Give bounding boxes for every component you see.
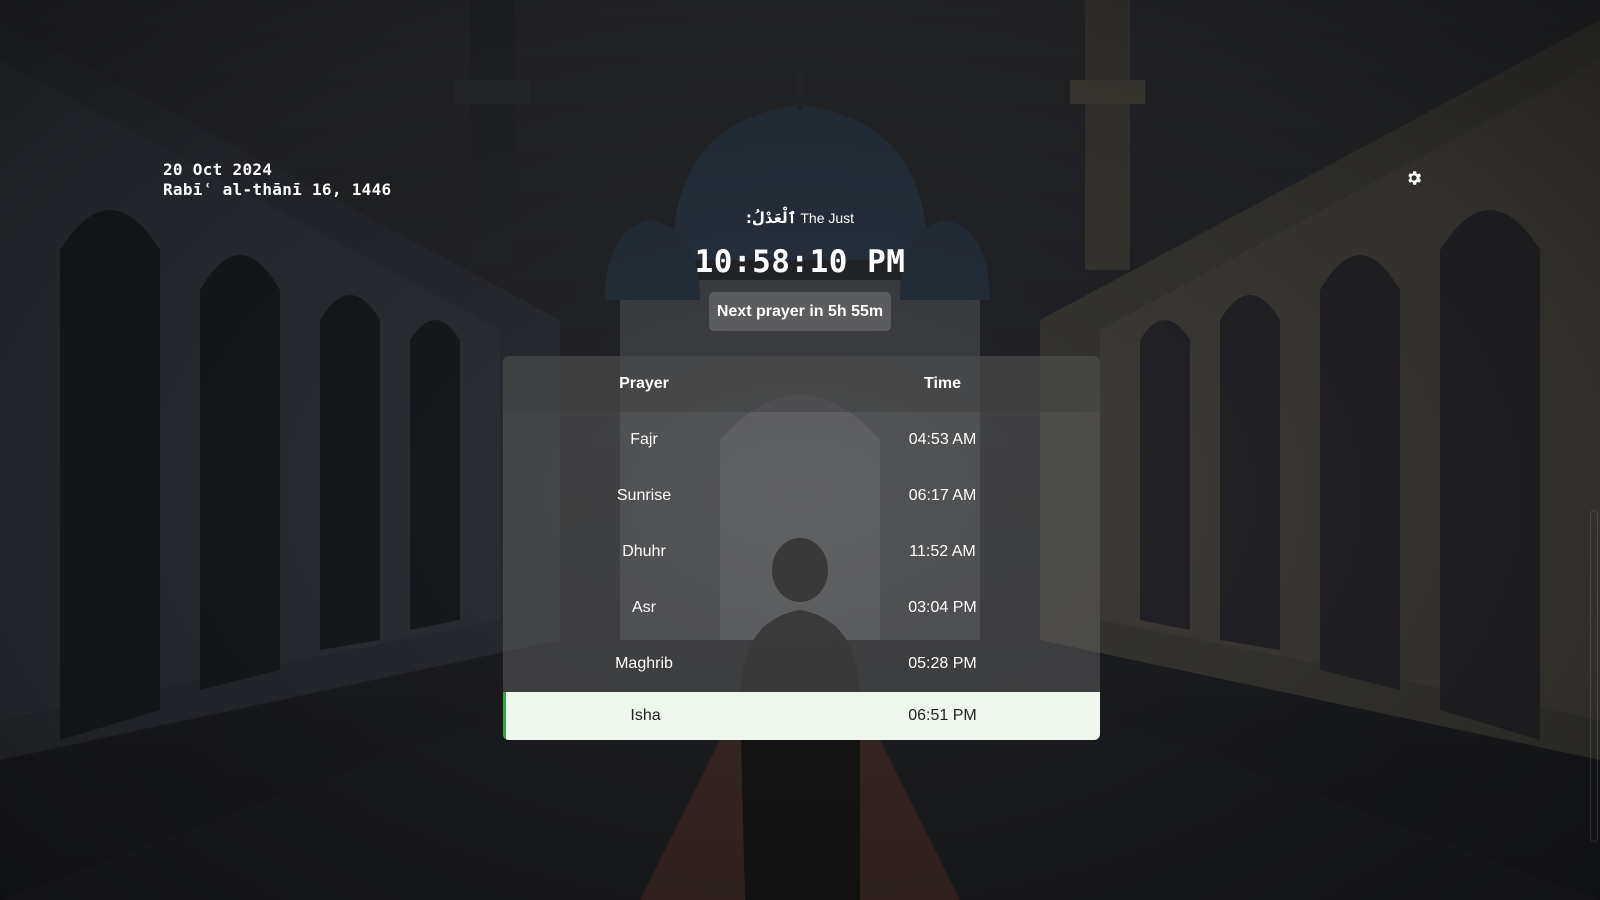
- prayer-time: 04:53 AM: [908, 431, 977, 448]
- prayer-name: Fajr: [630, 431, 658, 448]
- header-prayer: Prayer: [619, 375, 669, 392]
- prayer-name: Dhuhr: [622, 543, 666, 560]
- hijri-date: Rabīʿ al-thānī 16, 1446: [163, 180, 392, 199]
- table-row-current: Isha 06:51 PM: [503, 692, 1100, 740]
- gregorian-date: 20 Oct 2024: [163, 160, 273, 179]
- table-header: Prayer Time: [503, 356, 1100, 412]
- prayer-time: 11:52 AM: [909, 543, 976, 560]
- name-english: The Just: [800, 210, 855, 226]
- table-row: Sunrise 06:17 AM: [503, 468, 1100, 524]
- name-of-allah: ٱلْعَدْلُ: The Just: [0, 209, 1600, 227]
- table-row: Dhuhr 11:52 AM: [503, 524, 1100, 580]
- table-row: Fajr 04:53 AM: [503, 412, 1100, 468]
- current-time: 10:58:10 PM: [694, 244, 906, 280]
- header-time: Time: [923, 375, 962, 392]
- prayer-name: Isha: [630, 707, 661, 724]
- scrollbar-track[interactable]: [1590, 510, 1598, 842]
- prayer-time: 05:28 PM: [908, 655, 977, 672]
- settings-button[interactable]: [1403, 169, 1425, 191]
- next-prayer-label: Next prayer in 5h 55m: [716, 302, 884, 320]
- prayer-times-table: Prayer Time Fajr 04:53 AM Sunrise 06:17 …: [503, 356, 1100, 740]
- date-display: 20 Oct 2024 Rabīʿ al-thānī 16, 1446: [163, 160, 391, 200]
- gear-icon: [1405, 169, 1423, 192]
- prayer-name: Maghrib: [615, 655, 673, 672]
- prayer-time: 06:51 PM: [908, 707, 977, 724]
- name-arabic: ٱلْعَدْلُ:: [745, 209, 797, 227]
- table-row: Maghrib 05:28 PM: [503, 636, 1100, 692]
- prayer-time: 03:04 PM: [908, 599, 977, 616]
- prayer-name: Sunrise: [616, 487, 672, 504]
- table-row: Asr 03:04 PM: [503, 580, 1100, 636]
- prayer-time: 06:17 AM: [908, 487, 977, 504]
- next-prayer-badge: Next prayer in 5h 55m: [709, 292, 891, 331]
- prayer-name: Asr: [632, 599, 656, 616]
